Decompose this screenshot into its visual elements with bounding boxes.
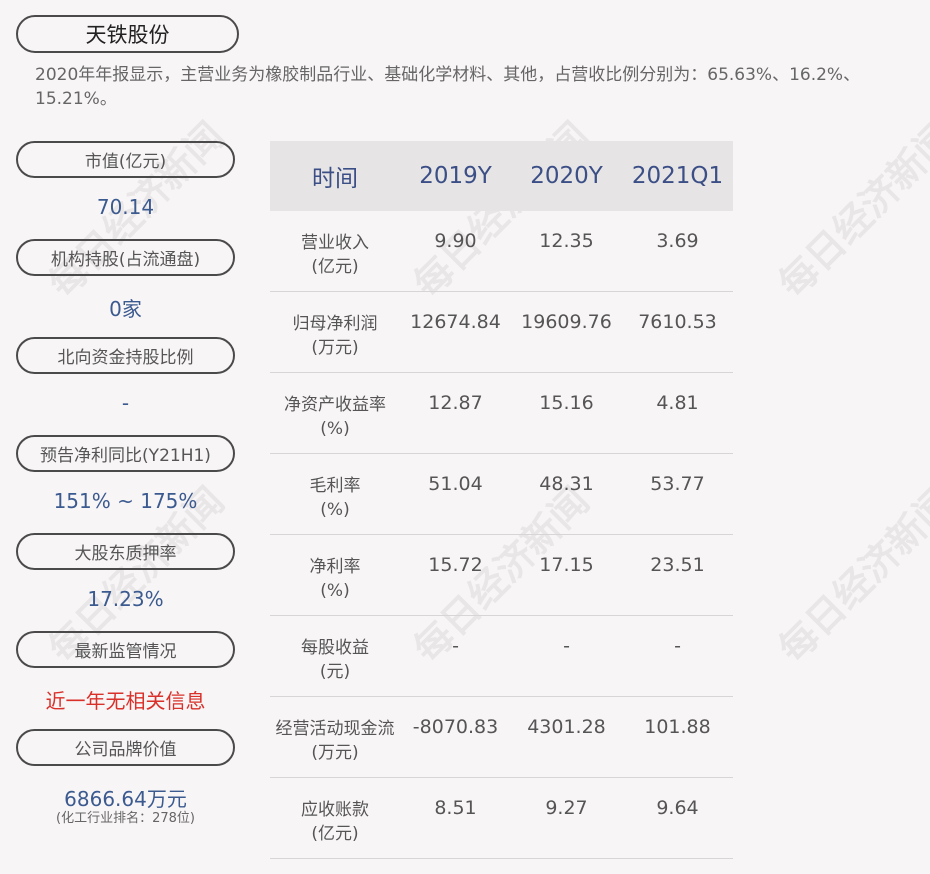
table-cell: 9.27 bbox=[545, 797, 588, 819]
metric-brand-label: 公司品牌价值 bbox=[16, 729, 235, 766]
row-label-unit: (元) bbox=[319, 662, 351, 682]
table-row: 每股收益 (元) - - - bbox=[270, 616, 733, 697]
table-row: 经营活动现金流 (万元) -8070.83 4301.28 101.88 bbox=[270, 697, 733, 778]
business-summary: 2020年年报显示，主营业务为橡胶制品行业、基础化学材料、其他，占营收比例分别为… bbox=[35, 65, 861, 109]
metric-institution-value: 0家 bbox=[109, 297, 142, 321]
metric-pledge-value: 17.23% bbox=[87, 587, 164, 611]
table-cell: 101.88 bbox=[644, 716, 711, 738]
row-label-unit: (%) bbox=[320, 581, 350, 601]
metric-market-cap-value: 70.14 bbox=[96, 195, 155, 219]
watermark: 每日经济新闻 bbox=[770, 478, 930, 672]
metric-regulation-label: 最新监管情况 bbox=[16, 631, 235, 668]
header-time: 时间 bbox=[312, 166, 358, 192]
watermark: 每日经济新闻 bbox=[770, 113, 930, 307]
row-label: 营业收入 (亿元) bbox=[270, 211, 400, 291]
table-cell: 15.16 bbox=[539, 392, 594, 414]
row-label: 毛利率 (%) bbox=[270, 454, 400, 534]
table-cell: - bbox=[452, 635, 459, 657]
table-cell: 23.51 bbox=[650, 554, 705, 576]
table-cell: 3.69 bbox=[656, 230, 699, 252]
metric-institution-label: 机构持股(占流通盘) bbox=[16, 239, 235, 276]
metric-forecast-label: 预告净利同比(Y21H1) bbox=[16, 435, 235, 472]
row-label-name: 净资产收益率 bbox=[284, 395, 386, 415]
metric-pledge-label: 大股东质押率 bbox=[16, 533, 235, 570]
table-cell: 4.81 bbox=[656, 392, 699, 414]
table-body: 营业收入 (亿元) 9.90 12.35 3.69 归母净利润 (万元) 12674.84 19… bbox=[270, 211, 733, 859]
metric-northbound-value: - bbox=[121, 391, 130, 415]
table-cell: - bbox=[674, 635, 681, 657]
table-header: 时间 2019Y 2020Y 2021Q1 bbox=[270, 141, 733, 211]
header-2021q1: 2021Q1 bbox=[631, 163, 724, 189]
row-label-unit: (亿元) bbox=[311, 257, 359, 277]
row-label-name: 应收账款 bbox=[301, 800, 369, 820]
table-row: 净利率 (%) 15.72 17.15 23.51 bbox=[270, 535, 733, 616]
table-cell: 51.04 bbox=[428, 473, 483, 495]
table-cell: 9.64 bbox=[656, 797, 699, 819]
table-cell: 12674.84 bbox=[410, 311, 501, 333]
metric-northbound-label: 北向资金持股比例 bbox=[16, 337, 235, 374]
metric-brand-rank: (化工行业排名：278位) bbox=[56, 811, 195, 826]
header-2020y: 2020Y bbox=[530, 163, 603, 189]
table-row: 营业收入 (亿元) 9.90 12.35 3.69 bbox=[270, 211, 733, 292]
table-cell: 4301.28 bbox=[527, 716, 606, 738]
row-label-unit: (%) bbox=[320, 500, 350, 520]
row-label: 经营活动现金流 (万元) bbox=[270, 697, 400, 777]
table-row: 应收账款 (亿元) 8.51 9.27 9.64 bbox=[270, 778, 733, 859]
row-label-unit: (万元) bbox=[311, 743, 359, 763]
row-label-unit: (%) bbox=[320, 419, 350, 439]
row-label-name: 净利率 bbox=[309, 557, 361, 577]
table-row: 归母净利润 (万元) 12674.84 19609.76 7610.53 bbox=[270, 292, 733, 373]
row-label: 每股收益 (元) bbox=[270, 616, 400, 696]
company-title: 天铁股份 bbox=[16, 15, 239, 53]
row-label-name: 每股收益 bbox=[301, 638, 369, 658]
row-label: 归母净利润 (万元) bbox=[270, 292, 400, 372]
metric-market-cap-label: 市值(亿元) bbox=[16, 141, 235, 178]
table-cell: 12.87 bbox=[428, 392, 483, 414]
row-label-name: 经营活动现金流 bbox=[275, 719, 395, 739]
table-cell: 19609.76 bbox=[521, 311, 612, 333]
table-row: 净资产收益率 (%) 12.87 15.16 4.81 bbox=[270, 373, 733, 454]
table-cell: 7610.53 bbox=[638, 311, 717, 333]
financial-table: 时间 2019Y 2020Y 2021Q1 营业收入 (亿元) 9.90 12.35 3… bbox=[270, 141, 733, 859]
table-cell: 8.51 bbox=[434, 797, 477, 819]
table-cell: 15.72 bbox=[428, 554, 483, 576]
row-label: 净利率 (%) bbox=[270, 535, 400, 615]
table-cell: 17.15 bbox=[539, 554, 594, 576]
table-row: 毛利率 (%) 51.04 48.31 53.77 bbox=[270, 454, 733, 535]
metric-forecast-value: 151% ~ 175% bbox=[53, 489, 198, 513]
metric-regulation-value: 近一年无相关信息 bbox=[45, 689, 206, 713]
row-label-name: 毛利率 bbox=[309, 476, 361, 496]
table-cell: - bbox=[563, 635, 570, 657]
table-cell: 9.90 bbox=[434, 230, 477, 252]
row-label: 净资产收益率 (%) bbox=[270, 373, 400, 453]
row-label: 应收账款 (亿元) bbox=[270, 778, 400, 858]
row-label-unit: (亿元) bbox=[311, 824, 359, 844]
row-label-unit: (万元) bbox=[311, 338, 359, 358]
table-cell: 12.35 bbox=[539, 230, 594, 252]
table-cell: -8070.83 bbox=[412, 716, 499, 738]
row-label-name: 营业收入 bbox=[301, 233, 369, 253]
header-2019y: 2019Y bbox=[419, 163, 492, 189]
table-cell: 48.31 bbox=[539, 473, 594, 495]
table-cell: 53.77 bbox=[650, 473, 705, 495]
row-label-name: 归母净利润 bbox=[292, 314, 378, 334]
